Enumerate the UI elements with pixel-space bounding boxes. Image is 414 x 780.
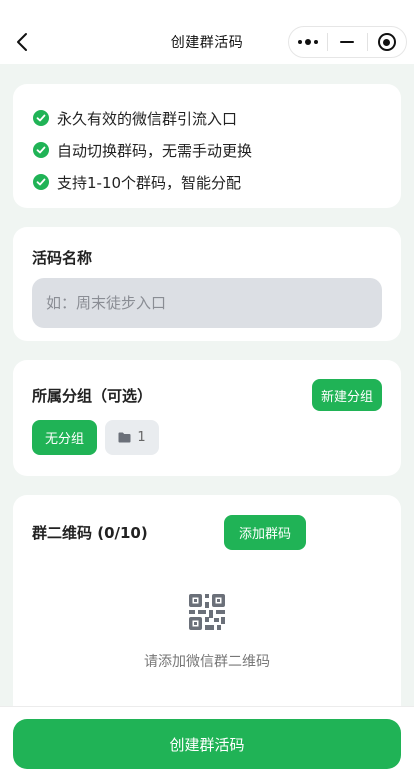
qr-label: 群二维码 (0/10) — [32, 523, 148, 542]
mini-program-capsule — [288, 26, 407, 58]
minimize-icon — [340, 40, 355, 44]
add-qr-button[interactable]: 添加群码 — [224, 514, 306, 550]
name-label: 活码名称 — [32, 249, 93, 267]
feature-item: 支持1-10个群码，智能分配 — [33, 166, 401, 198]
bottom-action-bar: 创建群活码 — [0, 706, 414, 780]
name-input[interactable] — [32, 278, 382, 328]
group-chip-1[interactable]: 1 — [105, 420, 159, 455]
qr-section-card: 群二维码 (0/10) 添加群码 请添加微信群二维码 — [13, 495, 401, 735]
target-icon — [377, 33, 396, 51]
feature-item: 自动切换群码，无需手动更换 — [33, 134, 401, 166]
feature-item: 永久有效的微信群引流入口 — [33, 102, 401, 134]
group-chip-list: 无分组 1 — [32, 420, 382, 455]
new-group-button[interactable]: 新建分组 — [312, 379, 382, 411]
qr-code-icon — [189, 594, 225, 630]
folder-icon — [118, 432, 131, 443]
check-circle-icon — [33, 142, 49, 158]
name-section-card: 活码名称 — [13, 227, 401, 341]
more-icon — [298, 39, 319, 45]
create-button[interactable]: 创建群活码 — [13, 719, 401, 769]
group-section-card: 所属分组（可选） 新建分组 无分组 1 — [13, 360, 401, 476]
feature-text: 支持1-10个群码，智能分配 — [57, 173, 242, 192]
check-circle-icon — [33, 110, 49, 126]
group-chip-none[interactable]: 无分组 — [32, 420, 97, 455]
feature-text: 永久有效的微信群引流入口 — [57, 109, 238, 128]
feature-text: 自动切换群码，无需手动更换 — [57, 141, 253, 160]
chip-label: 1 — [137, 430, 146, 445]
feature-list-card: 永久有效的微信群引流入口 自动切换群码，无需手动更换 支持1-10个群码，智能分… — [13, 84, 401, 208]
close-button[interactable] — [368, 27, 406, 57]
group-label: 所属分组（可选） — [32, 386, 153, 405]
minimize-button[interactable] — [328, 27, 366, 57]
top-nav-bar: 创建群活码 — [0, 0, 414, 64]
qr-empty-hint: 请添加微信群二维码 — [144, 654, 270, 670]
chip-label: 无分组 — [44, 432, 84, 447]
check-circle-icon — [33, 174, 49, 190]
qr-empty-state: 请添加微信群二维码 — [13, 593, 401, 671]
more-button[interactable] — [289, 27, 327, 57]
